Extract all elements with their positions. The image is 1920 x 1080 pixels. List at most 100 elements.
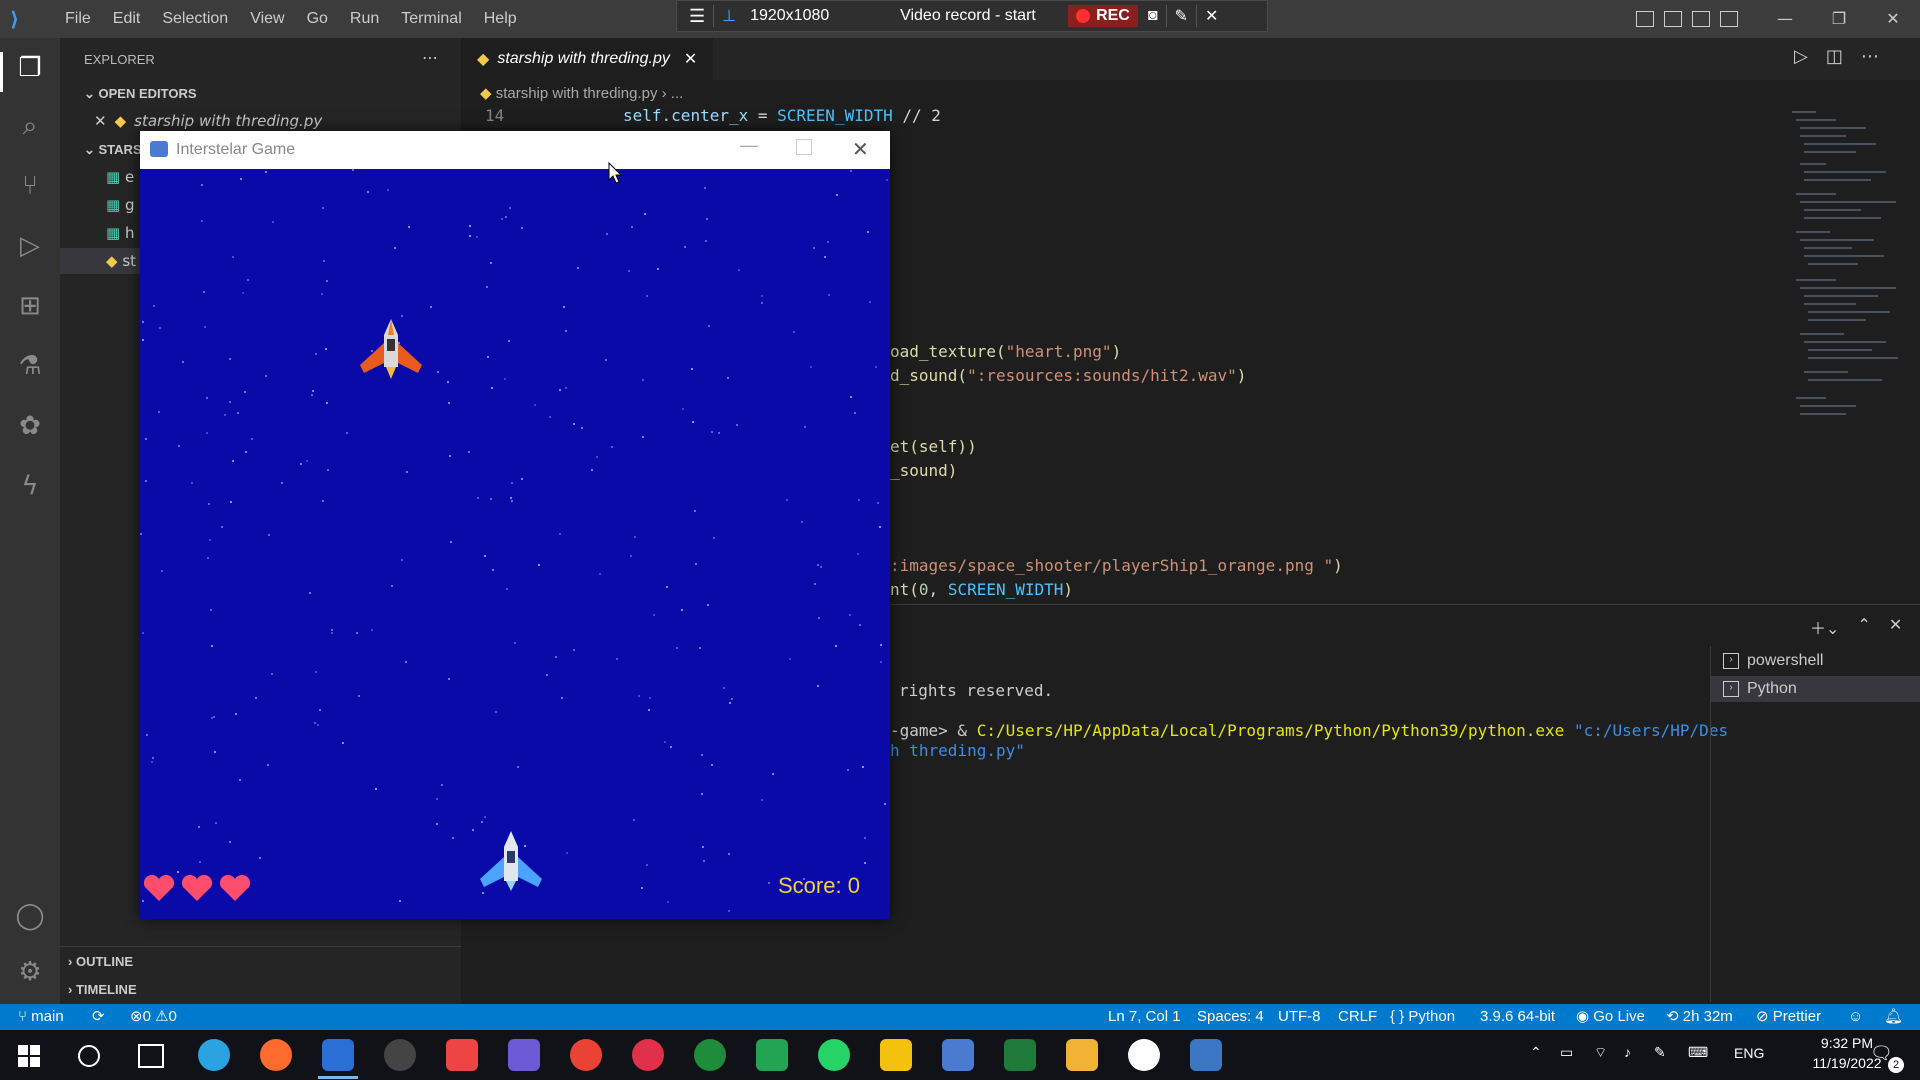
file-item[interactable]: ▦ h (106, 224, 134, 242)
time-tracker[interactable]: ⟲ 2h 32m (1666, 1004, 1733, 1030)
python-game-taskbar-icon[interactable] (1190, 1039, 1222, 1071)
close-button[interactable]: ✕ (1866, 0, 1920, 38)
source-control-icon[interactable]: ⑂ (14, 170, 46, 202)
cortana-search-icon[interactable] (78, 1045, 100, 1067)
volume-icon[interactable]: ♪ (1624, 1044, 1631, 1060)
sticky-notes-icon[interactable] (880, 1039, 912, 1071)
feedback-icon[interactable]: ☺ (1848, 1004, 1863, 1030)
close-editor-icon[interactable]: ✕ (94, 112, 107, 130)
menu-go[interactable]: Go (296, 0, 339, 38)
menu-edit[interactable]: Edit (102, 0, 152, 38)
accounts-icon[interactable]: ◯ (14, 900, 46, 932)
menu-terminal[interactable]: Terminal (390, 0, 472, 38)
recorder-resolution[interactable]: 1920x1080 (750, 7, 900, 25)
language-mode[interactable]: { } Python (1390, 1004, 1455, 1030)
app-grid-icon[interactable] (446, 1039, 478, 1071)
wifi-icon[interactable]: ⌔ (1594, 1044, 1607, 1062)
camera-icon[interactable]: ◙ (1148, 7, 1158, 25)
indentation[interactable]: Spaces: 4 (1197, 1004, 1264, 1030)
pen-icon[interactable]: ✎ (1654, 1044, 1666, 1061)
game-minimize-button[interactable]: — (740, 135, 758, 156)
tray-chevron-icon[interactable]: ⌃ (1530, 1044, 1542, 1061)
explorer-icon[interactable]: ❐ (14, 52, 46, 84)
brave-icon[interactable] (260, 1039, 292, 1071)
input-language[interactable]: ENG (1734, 1045, 1764, 1061)
paw-icon[interactable]: ✿ (14, 410, 46, 442)
prettier[interactable]: ⊘ Prettier (1756, 1004, 1821, 1030)
restore-button[interactable]: ❐ (1812, 0, 1866, 38)
sync-icon[interactable]: ⟳ (92, 1004, 105, 1030)
lightning-icon[interactable]: ϟ (14, 470, 46, 502)
hamburger-icon[interactable]: ☰ (689, 6, 705, 27)
task-view-icon[interactable] (138, 1044, 164, 1068)
toggle-sidebar-icon[interactable] (1636, 11, 1654, 27)
file-item[interactable]: ▦ e (106, 168, 134, 186)
menu-file[interactable]: File (54, 0, 102, 38)
new-terminal-icon[interactable]: ＋⌄ (1810, 615, 1839, 639)
pencil-icon[interactable]: ✎ (1175, 6, 1188, 26)
keyboard-icon[interactable]: ⌨ (1688, 1044, 1708, 1061)
search-icon[interactable]: ⌕ (14, 110, 46, 142)
screen-recorder-icon[interactable] (1128, 1039, 1160, 1071)
android-studio-icon[interactable] (756, 1039, 788, 1071)
vscode-taskbar-icon[interactable] (322, 1039, 354, 1071)
terminal-item-powershell[interactable]: › powershell (1723, 652, 1823, 670)
toggle-secondary-sidebar-icon[interactable] (1692, 11, 1710, 27)
cursor-position[interactable]: Ln 7, Col 1 (1108, 1004, 1181, 1030)
branch-status[interactable]: ⑂ main (18, 1004, 64, 1030)
game-maximize-button[interactable] (796, 139, 812, 155)
file-item[interactable]: ▦ g (106, 196, 134, 214)
outline-header[interactable]: › OUTLINE (68, 954, 133, 969)
loader-app-icon[interactable] (694, 1039, 726, 1071)
tab-starship[interactable]: ◆ starship with threding.py ✕ (461, 38, 713, 80)
windows-start-icon[interactable] (18, 1045, 40, 1071)
run-icon[interactable]: ▷ (1794, 46, 1808, 67)
game-canvas[interactable]: Score: 0 (140, 169, 890, 919)
menu-view[interactable]: View (239, 0, 295, 38)
whatsapp-icon[interactable] (818, 1039, 850, 1071)
pin-icon[interactable]: ⊥ (722, 6, 736, 26)
menu-run[interactable]: Run (339, 0, 390, 38)
wordpress-icon[interactable] (384, 1039, 416, 1071)
notifications-bell-icon[interactable]: 🔔︎ (1884, 1004, 1903, 1030)
game-title-bar[interactable]: Interstelar Game — ✕ (140, 131, 890, 169)
close-tab-icon[interactable]: ✕ (684, 49, 697, 69)
triangle-app-icon[interactable] (508, 1039, 540, 1071)
telegram-icon[interactable] (198, 1039, 230, 1071)
close-panel-icon[interactable]: ✕ (1889, 615, 1902, 639)
game-close-button[interactable]: ✕ (852, 137, 869, 162)
menu-selection[interactable]: Selection (151, 0, 239, 38)
run-debug-icon[interactable]: ▷ (14, 230, 46, 262)
terminal-item-python[interactable]: › Python (1723, 680, 1797, 698)
split-editor-icon[interactable]: ◫ (1826, 46, 1843, 67)
battery-icon[interactable]: ▭ (1560, 1044, 1573, 1061)
breadcrumb-file[interactable]: starship with threding.py (496, 85, 658, 102)
close-recorder-icon[interactable]: ✕ (1205, 6, 1218, 26)
open-editors-header[interactable]: ⌄ OPEN EDITORS (84, 86, 197, 102)
problems-status[interactable]: ⊗0 ⚠0 (130, 1004, 177, 1030)
minimize-button[interactable]: — (1758, 0, 1812, 38)
more-actions-icon[interactable]: ⋯ (422, 48, 438, 67)
toggle-panel-icon[interactable] (1664, 11, 1682, 27)
more-actions-icon[interactable]: ⋯ (1861, 46, 1879, 67)
settings-gear-icon[interactable]: ⚙ (14, 956, 46, 988)
timeline-header[interactable]: › TIMELINE (68, 982, 137, 997)
minimap[interactable] (1786, 108, 1906, 428)
ooo-app-icon[interactable] (632, 1039, 664, 1071)
excel-like-icon[interactable] (1004, 1039, 1036, 1071)
menu-help[interactable]: Help (473, 0, 528, 38)
customize-layout-icon[interactable] (1720, 11, 1738, 27)
file-item-selected[interactable]: ◆ st (106, 252, 136, 270)
rec-button[interactable]: REC (1068, 5, 1138, 27)
end-of-line[interactable]: CRLF (1338, 1004, 1377, 1030)
go-live[interactable]: ◉ Go Live (1576, 1004, 1645, 1030)
maximize-panel-icon[interactable]: ⌃ (1857, 615, 1870, 639)
open-editor-item[interactable]: ✕ ◆ starship with threding.py (94, 112, 322, 130)
testing-icon[interactable]: ⚗ (14, 350, 46, 382)
file-explorer-icon[interactable] (1066, 1039, 1098, 1071)
encoding[interactable]: UTF-8 (1278, 1004, 1321, 1030)
breadcrumb-symbol[interactable]: ... (671, 85, 684, 102)
python-interpreter[interactable]: 3.9.6 64-bit (1480, 1004, 1555, 1030)
cloud-app-icon[interactable] (942, 1039, 974, 1071)
extensions-icon[interactable]: ⊞ (14, 290, 46, 322)
